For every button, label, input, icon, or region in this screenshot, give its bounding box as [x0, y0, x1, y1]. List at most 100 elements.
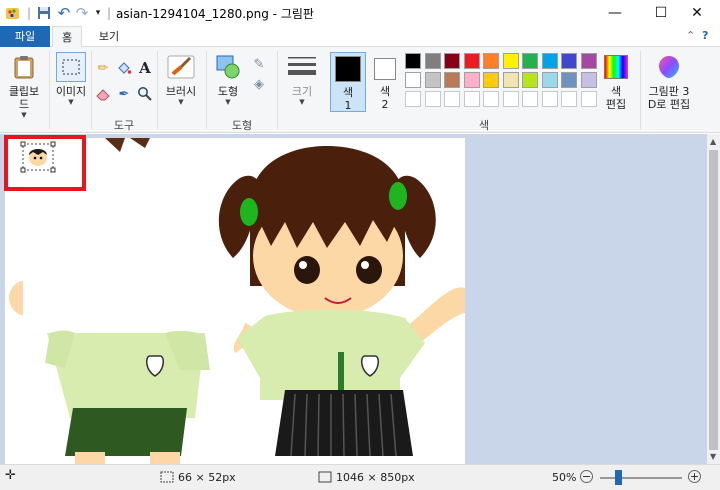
color-swatch[interactable]: [502, 53, 519, 69]
color-swatch[interactable]: [580, 53, 597, 69]
redo-icon[interactable]: ↷: [74, 4, 90, 22]
custom-color-swatch[interactable]: [502, 91, 519, 107]
color-swatch[interactable]: [580, 72, 597, 88]
color2-label: 색: [379, 85, 391, 98]
scroll-up-icon[interactable]: ▲: [710, 137, 716, 146]
color-swatch[interactable]: [483, 72, 499, 88]
close-button[interactable]: ✕: [674, 0, 720, 26]
separator: [277, 51, 278, 129]
brushes-button[interactable]: 브러시 ▼: [160, 52, 202, 106]
color-swatch[interactable]: [444, 72, 460, 88]
edit-colors-label-1: 색: [610, 85, 622, 98]
custom-color-swatch[interactable]: [483, 91, 499, 107]
color-swatch[interactable]: [424, 53, 441, 69]
minimize-button[interactable]: —: [592, 0, 638, 26]
image-dropdown-icon: ▼: [68, 98, 74, 106]
paint3d-icon: [654, 52, 684, 82]
eraser-icon[interactable]: [94, 85, 112, 103]
custom-color-swatch[interactable]: [463, 91, 480, 107]
fill-bucket-icon[interactable]: [115, 59, 133, 77]
paint-app-icon[interactable]: [4, 5, 22, 21]
custom-color-swatch[interactable]: [541, 91, 558, 107]
color-swatch[interactable]: [483, 53, 499, 69]
title-separator: |: [26, 6, 32, 20]
select-icon: [56, 52, 86, 82]
scroll-down-icon[interactable]: ▼: [710, 452, 716, 461]
custom-color-swatch[interactable]: [561, 91, 577, 107]
color2-button[interactable]: 색 2: [370, 52, 400, 111]
pencil-icon[interactable]: ✏: [94, 59, 112, 77]
magnifier-icon[interactable]: [136, 85, 154, 103]
edit-colors-button[interactable]: 색 편집: [600, 52, 632, 111]
color-swatch[interactable]: [405, 53, 421, 69]
collapse-ribbon-icon[interactable]: ⌃: [686, 29, 695, 42]
clipboard-button[interactable]: 클립보드 ▼: [4, 52, 44, 119]
save-icon[interactable]: [36, 5, 52, 21]
color-swatch[interactable]: [541, 72, 558, 88]
shapes-label: 도형: [217, 85, 239, 98]
separator: [49, 51, 50, 129]
vertical-scrollbar[interactable]: ▲ ▼: [707, 134, 720, 464]
clipboard-dropdown-icon: ▼: [21, 111, 27, 119]
color-swatch[interactable]: [541, 53, 558, 69]
shapes-icon: [213, 52, 243, 82]
title-bar: | ↶ ↷ ▾ | asian-1294104_1280.png - 그림판 —…: [0, 0, 720, 26]
image-button[interactable]: 이미지 ▼: [52, 52, 90, 106]
separator: [206, 51, 207, 129]
paint3d-label-1: 그림판 3: [648, 85, 690, 98]
tab-home[interactable]: 홈: [52, 26, 82, 48]
shape-fill-icon[interactable]: ◈: [250, 75, 268, 93]
custom-color-swatch[interactable]: [444, 91, 460, 107]
color-swatch[interactable]: [522, 53, 538, 69]
color-swatch[interactable]: [502, 72, 519, 88]
zoom-slider-track[interactable]: [600, 477, 682, 479]
color-swatch[interactable]: [561, 53, 577, 69]
color1-number: 1: [344, 99, 352, 112]
separator: [157, 51, 158, 129]
zoom-out-button[interactable]: −: [580, 470, 593, 483]
size-label: 크기: [291, 85, 313, 98]
size-dropdown-icon: ▼: [299, 98, 305, 106]
color1-button[interactable]: 색 1: [330, 52, 366, 112]
custom-color-swatch[interactable]: [580, 91, 597, 107]
tab-file[interactable]: 파일: [0, 26, 50, 47]
canvas-workspace: [0, 134, 707, 464]
image-size: 1046 × 850px: [336, 471, 415, 484]
title-separator-2: |: [106, 6, 112, 20]
undo-icon[interactable]: ↶: [56, 4, 72, 22]
text-tool-icon[interactable]: A: [136, 59, 154, 77]
selection-size: 66 × 52px: [178, 471, 236, 484]
brushes-dropdown-icon: ▼: [178, 98, 184, 106]
color-swatch[interactable]: [424, 72, 441, 88]
color-swatch[interactable]: [463, 53, 480, 69]
color-swatch[interactable]: [463, 72, 480, 88]
color-swatch[interactable]: [522, 72, 538, 88]
zoom-in-button[interactable]: +: [688, 470, 701, 483]
color-swatch[interactable]: [561, 72, 577, 88]
ribbon-tabs: 파일 홈 보기 ⌃ ?: [0, 26, 720, 48]
custom-color-swatch[interactable]: [424, 91, 441, 107]
size-button[interactable]: 크기 ▼: [282, 52, 322, 106]
outline-icon[interactable]: ✎: [250, 55, 268, 73]
shapes-button[interactable]: 도형 ▼: [208, 52, 248, 106]
line-size-icon: [287, 52, 317, 82]
custom-color-swatch[interactable]: [522, 91, 538, 107]
edit-colors-label-2: 편집: [605, 98, 627, 111]
color-swatch[interactable]: [444, 53, 460, 69]
colors-group-label: 색: [478, 119, 490, 132]
separator: [640, 51, 641, 129]
help-icon[interactable]: ?: [702, 29, 708, 42]
paint3d-label-2: D로 편집: [647, 98, 691, 111]
edit-with-paint3d-button[interactable]: 그림판 3 D로 편집: [644, 52, 694, 111]
color-swatch[interactable]: [405, 72, 421, 88]
brushes-label: 브러시: [165, 85, 197, 98]
window-title: asian-1294104_1280.png - 그림판: [116, 7, 314, 21]
customize-quick-access-icon[interactable]: ▾: [92, 5, 104, 21]
scroll-thumb[interactable]: [709, 150, 718, 450]
custom-color-swatch[interactable]: [405, 91, 421, 107]
zoom-slider-thumb[interactable]: [615, 470, 623, 485]
tab-view[interactable]: 보기: [92, 26, 126, 47]
color-picker-icon[interactable]: ✒: [115, 85, 133, 103]
highlight-box: [4, 135, 86, 191]
color2-number: 2: [381, 98, 389, 111]
